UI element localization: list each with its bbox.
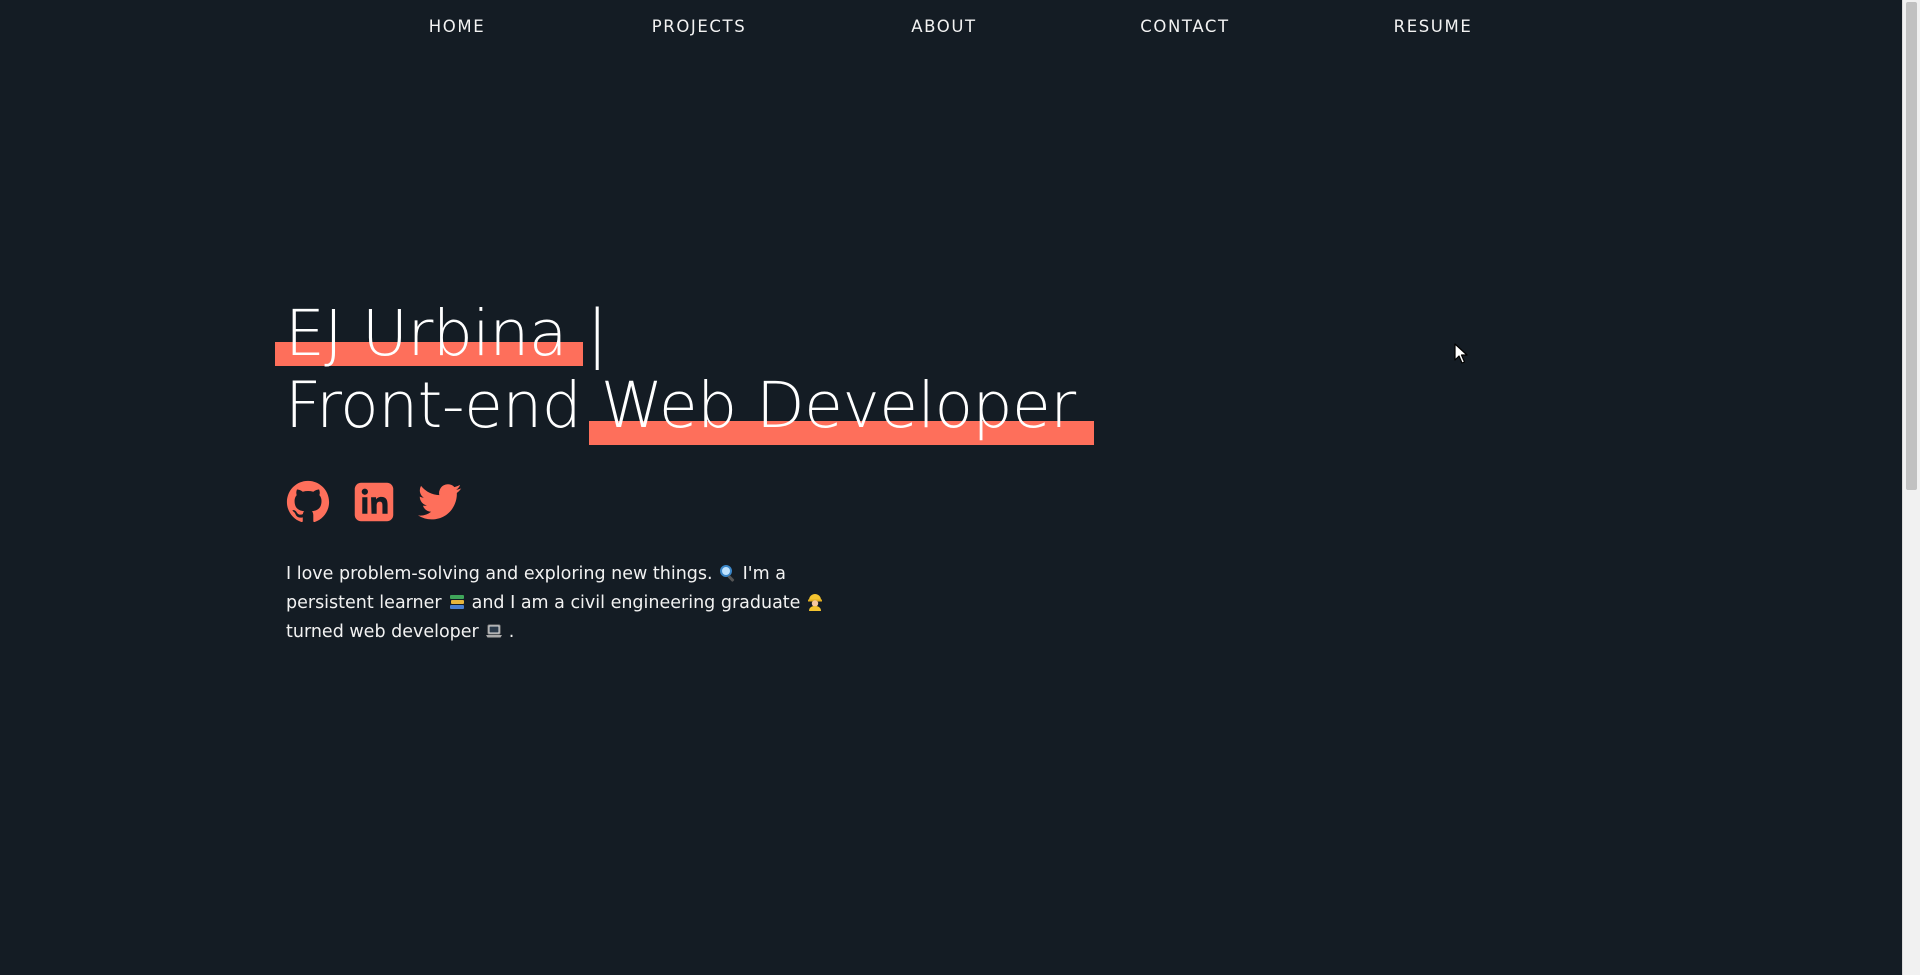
- intro-text-4: and I am a civil engineering graduate: [471, 593, 801, 613]
- intro-text-1: I love problem-solving and exploring new…: [286, 564, 713, 584]
- intro-paragraph: I love problem-solving and exploring new…: [286, 560, 856, 647]
- nav-contact[interactable]: CONTACT: [1140, 17, 1229, 36]
- page: HOME PROJECTS ABOUT CONTACT RESUME EJ Ur…: [0, 0, 1920, 975]
- nav-about[interactable]: ABOUT: [911, 17, 976, 36]
- twitter-icon[interactable]: [418, 480, 462, 524]
- hero-name: EJ Urbina: [275, 297, 583, 370]
- headline-line-1: EJ Urbina |: [275, 297, 1076, 370]
- nav-projects[interactable]: PROJECTS: [652, 17, 747, 36]
- intro-text-6: .: [508, 622, 515, 642]
- nav-home[interactable]: HOME: [429, 17, 485, 36]
- vertical-scrollbar[interactable]: [1902, 0, 1920, 975]
- linkedin-icon[interactable]: [352, 480, 396, 524]
- scrollbar-thumb[interactable]: [1906, 2, 1917, 490]
- books-icon: [448, 593, 466, 611]
- intro-text-3: persistent learner: [286, 593, 442, 613]
- laptop-icon: [485, 622, 503, 640]
- intro-line-1: I love problem-solving and exploring new…: [286, 560, 856, 589]
- nav-resume[interactable]: RESUME: [1394, 17, 1473, 36]
- top-navigation: HOME PROJECTS ABOUT CONTACT RESUME: [0, 0, 1902, 54]
- intro-line-2: persistent learner and I am a civil engi…: [286, 589, 856, 618]
- intro-text-2: I'm a: [742, 564, 786, 584]
- hero-role-prefix: Front-end: [285, 369, 582, 442]
- github-icon[interactable]: [286, 480, 330, 524]
- hero-headline: EJ Urbina | Front-end Web Developer: [275, 297, 1094, 445]
- mouse-cursor-icon: [1454, 343, 1468, 365]
- headline-line-2: Front-end Web Developer: [285, 369, 1094, 445]
- intro-line-3: turned web developer .: [286, 618, 856, 647]
- magnifying-glass-icon: [719, 564, 737, 582]
- construction-worker-icon: [806, 593, 824, 611]
- hero-role-highlight: Web Developer: [588, 369, 1094, 445]
- intro-text-5: turned web developer: [286, 622, 479, 642]
- headline-separator: |: [586, 297, 608, 370]
